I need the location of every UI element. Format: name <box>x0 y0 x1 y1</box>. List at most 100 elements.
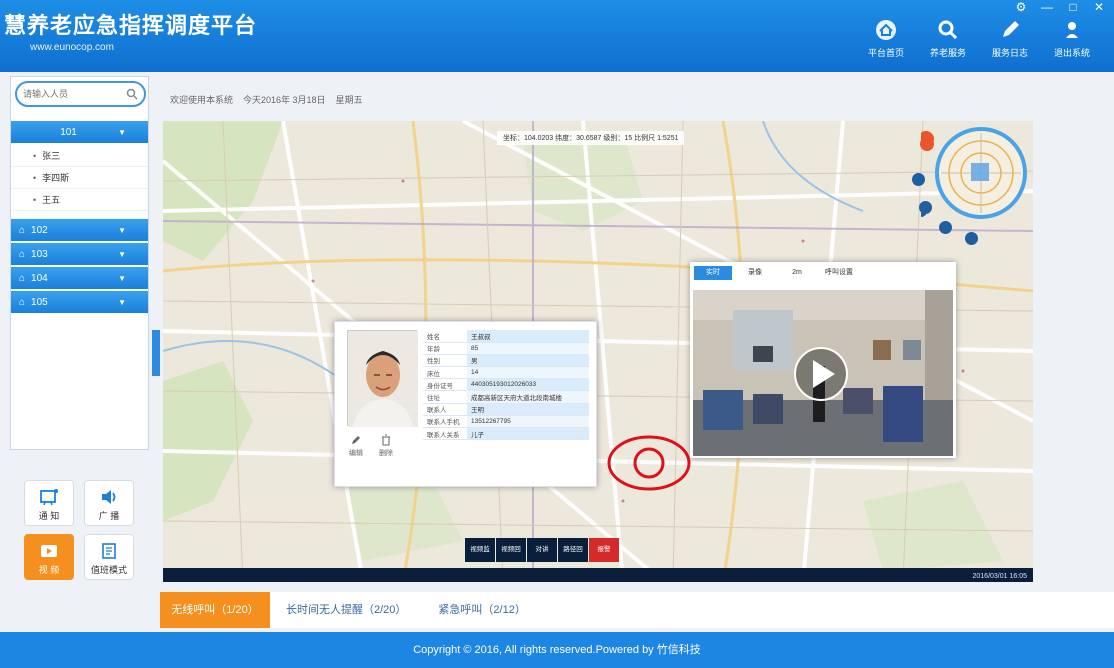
search-icon <box>938 20 958 40</box>
tab-2m[interactable]: 2m <box>778 266 816 280</box>
minimize-button[interactable]: — <box>1040 0 1054 14</box>
toolbar-service-label: 养老服务 <box>929 48 966 58</box>
sidebar-group-102[interactable]: ⌂ 102 ▼ <box>11 219 148 241</box>
exit-icon <box>1066 22 1078 38</box>
edit-button[interactable]: 编辑 <box>349 434 363 458</box>
caret-down-icon: ▼ <box>118 273 126 283</box>
tab-emergency-call[interactable]: 紧急呼叫（2/12） <box>422 592 541 628</box>
map-status-text: 2016/03/01 16:05 <box>972 573 1028 580</box>
app-header: 慧养老应急指挥调度平台 www.eunocop.com ⚙ — □ ✕ 平台首页… <box>0 0 1114 72</box>
brand: 慧养老应急指挥调度平台 www.eunocop.com <box>4 8 257 53</box>
resident-photo <box>347 330 418 427</box>
window-controls: ⚙ — □ ✕ <box>1014 0 1106 14</box>
map-tool-video-playback[interactable]: 视频回 <box>496 538 526 562</box>
sidebar-group-101[interactable]: 101 ▼ <box>11 121 148 143</box>
notify-button[interactable]: 通 知 <box>24 480 74 526</box>
map-status-bar: 2016/03/01 16:05 <box>163 568 1033 582</box>
zoom-in-icon[interactable] <box>912 173 925 186</box>
list-item[interactable]: 张三 <box>11 145 148 167</box>
house-icon: ⌂ <box>19 248 26 260</box>
toolbar-service[interactable]: 养老服务 <box>926 18 970 59</box>
map-tool-video-monitor[interactable]: 视频监 <box>465 538 495 562</box>
tab-wireless-call[interactable]: 无线呼叫（1/20） <box>160 592 270 628</box>
video-icon <box>41 545 57 557</box>
caret-down-icon: ▼ <box>118 297 126 307</box>
house-icon: ⌂ <box>19 296 26 308</box>
locate-icon[interactable] <box>965 232 978 245</box>
sidebar-group-label: 105 <box>31 296 48 308</box>
toolbar-home[interactable]: 平台首页 <box>864 18 908 59</box>
home-icon <box>876 20 896 40</box>
toolbar-exit-label: 退出系统 <box>1053 48 1090 58</box>
map-overview[interactable] <box>921 123 1031 233</box>
sidebar-collapse-handle[interactable] <box>152 330 160 376</box>
zoom-out-icon[interactable] <box>919 201 932 214</box>
monitor-mode-label: 值班模式 <box>90 565 127 575</box>
sidebar-group-105[interactable]: ⌂ 105 ▼ <box>11 291 148 313</box>
sidebar-group-label: 102 <box>31 224 48 236</box>
list-item[interactable]: 李四斯 <box>11 167 148 189</box>
map-tool-intercom[interactable]: 对讲 <box>527 538 557 562</box>
compass-icon[interactable] <box>920 137 934 151</box>
edit-label: 编辑 <box>349 450 363 457</box>
tab-long-absence[interactable]: 长时间无人提醒（2/20） <box>270 592 422 628</box>
alert-tabs: 无线呼叫（1/20） 长时间无人提醒（2/20） 紧急呼叫（2/12） <box>160 592 1114 628</box>
table-row: 姓名 王叔叔 <box>423 330 589 343</box>
table-row: 联系人关系 儿子 <box>423 427 589 441</box>
resident-info-table: 姓名 王叔叔 年龄 85 性别男 床位 14 身份证号 4403051930120260… <box>423 330 589 441</box>
close-button[interactable]: ✕ <box>1092 0 1106 14</box>
search-icon[interactable] <box>126 88 138 100</box>
app-title: 慧养老应急指挥调度平台 <box>4 13 258 39</box>
search-box <box>15 81 146 107</box>
broadcast-button[interactable]: 广 播 <box>84 480 134 526</box>
map-view[interactable]: 坐标：104.0203 纬度：30.6587 级别：15 比例尺 1:5251 <box>163 121 1033 582</box>
sidebar-sub-list: 张三 李四斯 王五 <box>11 145 148 211</box>
map-tool-route-playback[interactable]: 路径回 <box>558 538 588 562</box>
map-toolbar: 视频监 视频回 对讲 路径回 报警 <box>465 538 619 562</box>
notify-label: 通 知 <box>38 511 60 521</box>
sidebar-group-label: 101 <box>60 126 77 138</box>
tab-playback[interactable]: 录像 <box>736 266 774 280</box>
video-button[interactable]: 视 频 <box>24 534 74 580</box>
trash-icon <box>382 434 390 446</box>
tab-live[interactable]: 实时 <box>694 266 732 280</box>
app-url: www.eunocop.com <box>30 42 114 53</box>
delete-label: 删除 <box>379 450 393 457</box>
sidebar-group-label: 104 <box>31 272 48 284</box>
map-coordinates: 坐标：104.0203 纬度：30.6587 级别：15 比例尺 1:5251 <box>497 131 685 145</box>
settings-icon[interactable]: ⚙ <box>1014 0 1028 14</box>
table-row: 年龄 85 <box>423 342 589 355</box>
speaker-icon <box>102 490 116 504</box>
caret-down-icon: ▼ <box>118 225 126 235</box>
monitor-mode-button[interactable]: 值班模式 <box>84 534 134 580</box>
table-row: 性别男 <box>423 354 589 368</box>
search-input[interactable] <box>23 89 123 99</box>
maximize-button[interactable]: □ <box>1066 0 1080 14</box>
table-row: 住址 成都高新区天府大道北段南城楼 <box>423 390 589 404</box>
map-tool-alarm[interactable]: 报警 <box>589 538 619 562</box>
video-label: 视 频 <box>38 565 60 575</box>
sidebar-group-104[interactable]: ⌂ 104 ▼ <box>11 267 148 289</box>
tab-call-settings[interactable]: 呼叫设置 <box>820 266 858 280</box>
video-feed[interactable] <box>693 290 953 456</box>
table-row: 身份证号 440305193012026033 <box>423 378 589 392</box>
layer-icon[interactable] <box>939 221 952 234</box>
resident-actions: 编辑 删除 <box>349 434 393 458</box>
table-row: 联系人 王明 <box>423 403 589 416</box>
delete-button[interactable]: 删除 <box>379 434 393 458</box>
breadcrumb-date: 今天2016年 3月18日 <box>243 95 326 105</box>
monitor-icon <box>102 543 116 559</box>
breadcrumb-weekday: 星期五 <box>335 95 363 105</box>
toolbar-log-label: 服务日志 <box>991 48 1028 58</box>
toolbar-home-label: 平台首页 <box>867 48 904 58</box>
sidebar-group-label: 103 <box>31 248 48 260</box>
footer: Copyright © 2016, All rights reserved.Po… <box>0 632 1114 668</box>
table-row: 床位 14 <box>423 366 589 380</box>
pencil-icon <box>352 436 360 444</box>
toolbar-log[interactable]: 服务日志 <box>988 18 1032 59</box>
list-item[interactable]: 王五 <box>11 189 148 211</box>
toolbar-exit[interactable]: 退出系统 <box>1050 18 1094 59</box>
sidebar-group-103[interactable]: ⌂ 103 ▼ <box>11 243 148 265</box>
notify-icon <box>40 489 58 506</box>
pen-icon <box>1003 21 1019 37</box>
